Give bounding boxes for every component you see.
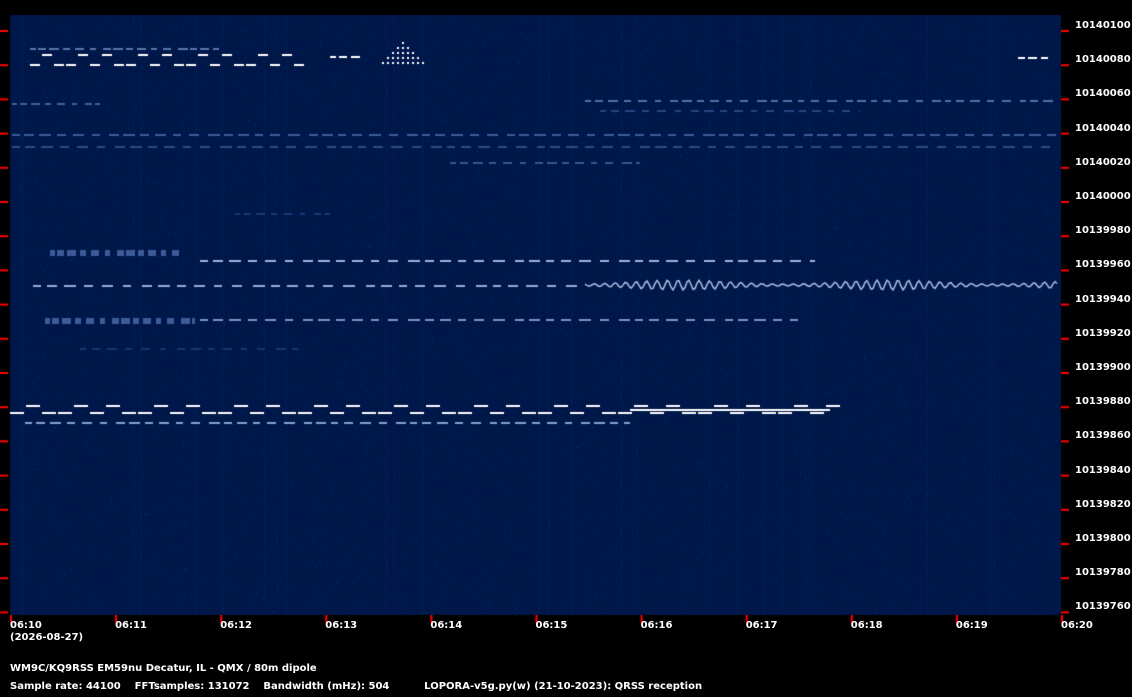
y-tick-label: 10140100	[1075, 20, 1131, 31]
y-tick-label: 10140080	[1075, 54, 1131, 66]
y-tick-label: 10139880	[1075, 396, 1131, 408]
x-tick-label: 06:15	[535, 620, 568, 631]
x-tick-label: 06:17	[745, 620, 778, 631]
y-tick-label: 10139960	[1075, 259, 1131, 271]
x-tick-label: 06:14	[430, 620, 463, 631]
x-tick-label: 06:11	[115, 620, 147, 631]
x-tick-label: 06:16	[640, 620, 673, 631]
x-tick-label: 06:12	[220, 620, 253, 631]
y-tick-label: 10139780	[1075, 567, 1131, 579]
x-tick-label: 06:19	[955, 620, 988, 631]
spectrogram-canvas	[0, 0, 1132, 697]
x-tick-label: 06:20	[1061, 620, 1093, 631]
y-tick-label: 10140060	[1075, 88, 1131, 100]
y-tick-label: 10139860	[1075, 430, 1131, 442]
settings-info: Sample rate: 44100 FFTsamples: 131072 Ba…	[10, 681, 703, 692]
y-tick-label: 10139920	[1075, 327, 1131, 339]
date-label: (2026-08-27)	[10, 632, 84, 643]
y-tick-label: 10139820	[1075, 498, 1131, 510]
y-tick-label: 10139900	[1075, 362, 1131, 373]
x-tick-label: 06:18	[850, 620, 883, 631]
x-tick-label: 06:10	[10, 620, 42, 631]
y-tick-label: 10139760	[1075, 601, 1131, 613]
y-tick-label: 10139940	[1075, 293, 1131, 305]
y-tick-label: 10139800	[1075, 533, 1131, 544]
x-tick-label: 06:13	[325, 620, 358, 631]
y-tick-label: 10139980	[1075, 225, 1131, 237]
y-tick-label: 10140000	[1075, 191, 1131, 202]
y-tick-label: 10140020	[1075, 156, 1131, 168]
station-info: WM9C/KQ9RSS EM59nu Decatur, IL - QMX / 8…	[10, 663, 317, 674]
y-tick-label: 10139840	[1075, 464, 1131, 476]
y-tick-label: 10140040	[1075, 122, 1131, 134]
